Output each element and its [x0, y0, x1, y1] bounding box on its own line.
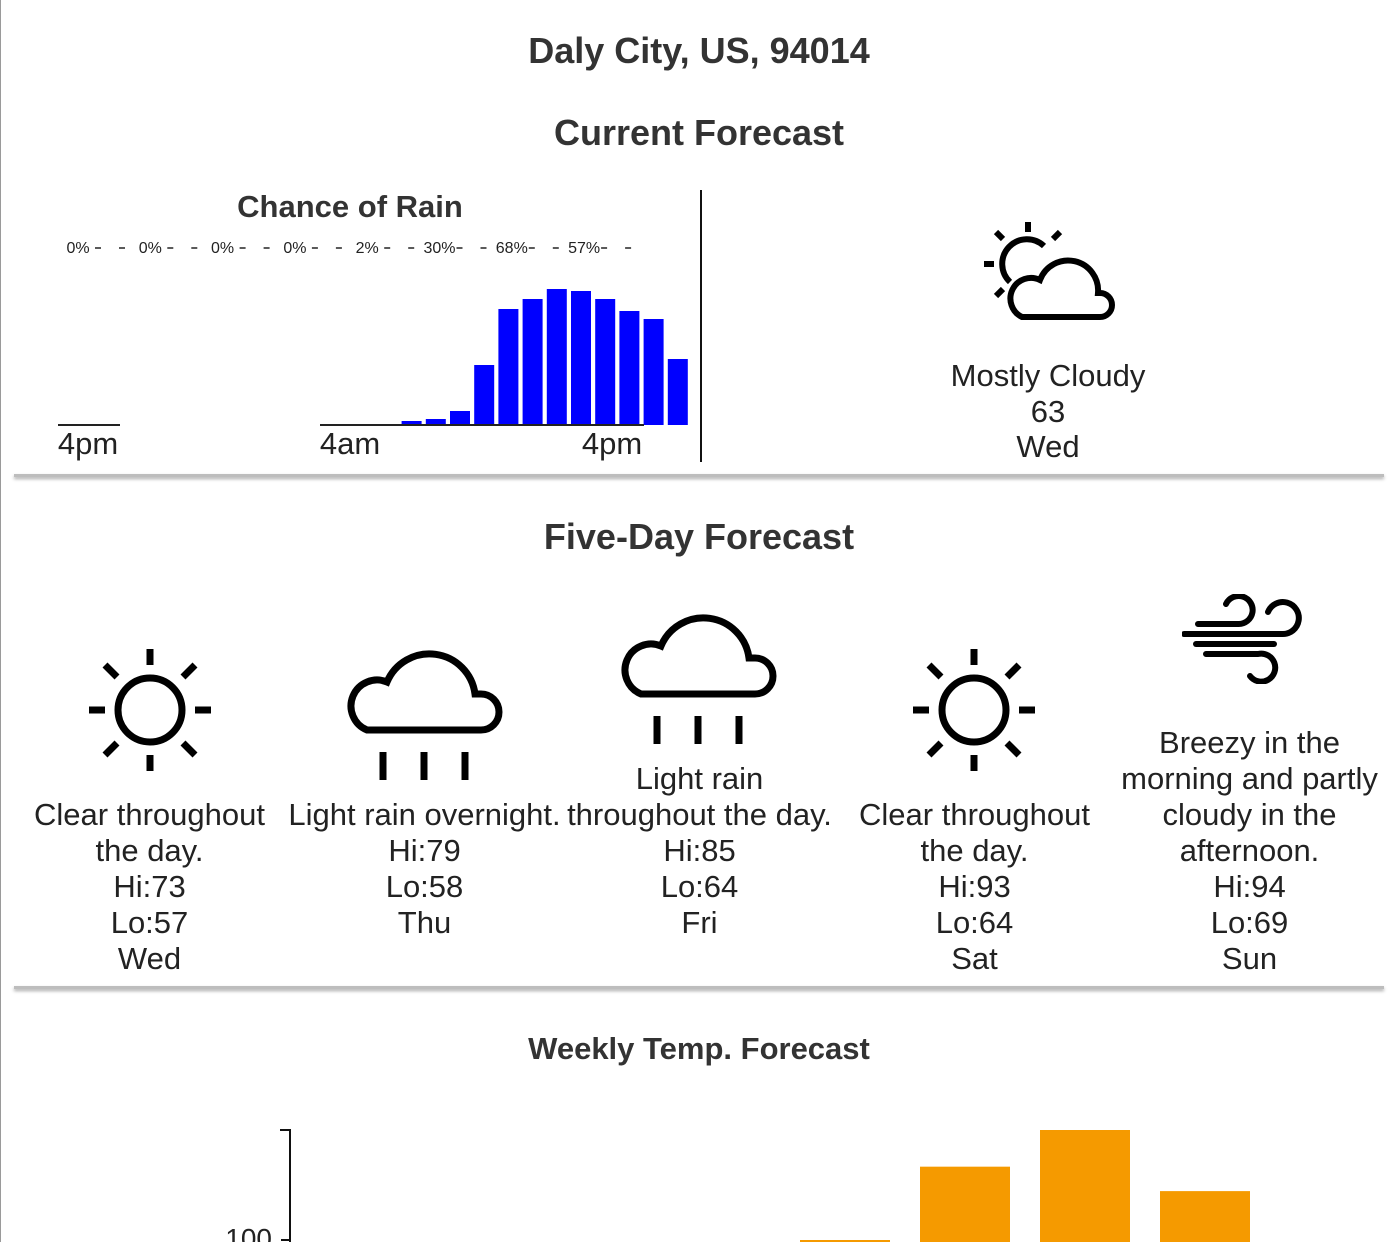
day-high: Hi:79: [388, 833, 461, 868]
rain-icon: [347, 650, 503, 780]
rain-bar: [619, 311, 640, 425]
day-low: Lo:58: [385, 869, 464, 904]
section-divider: [14, 474, 1384, 477]
day-high: Hi:93: [938, 869, 1011, 904]
rain-bar: [643, 319, 664, 425]
sun-icon: [89, 649, 211, 771]
day-name: Sat: [951, 941, 998, 976]
day-summary: Light rain overnight.: [288, 797, 561, 832]
rain-bar: [522, 299, 543, 425]
rain-bar: [498, 309, 519, 425]
rain-bar: [450, 411, 470, 425]
partly-cloudy-day-icon: [984, 222, 1115, 320]
rain-percent-label: 0%: [211, 240, 234, 257]
y-tick-label: 100: [225, 1223, 272, 1242]
day-forecast-card: Light rain overnight. Hi:79 Lo:58 Thu: [287, 797, 562, 941]
weekly-temp-heading: Weekly Temp. Forecast: [528, 1031, 870, 1066]
day-low: Lo:64: [660, 869, 739, 904]
day-summary: Clear throughout the day.: [859, 797, 1090, 868]
rain-percent-label: 0%: [139, 240, 162, 257]
rain-bar: [595, 299, 616, 425]
current-temperature: 63: [1030, 394, 1066, 429]
rain-bar: [474, 365, 495, 425]
temp-bar: [920, 1166, 1010, 1242]
x-tick-label: 4pm: [582, 426, 642, 461]
day-name: Sun: [1221, 941, 1278, 976]
rain-icon: [621, 614, 777, 744]
day-low: Lo:57: [110, 905, 189, 940]
day-low: Lo:69: [1210, 905, 1289, 940]
rain-percent-label: 0%: [283, 240, 306, 257]
day-name: Fri: [681, 905, 718, 940]
rain-bar: [546, 289, 567, 425]
current-forecast-heading: Current Forecast: [553, 112, 845, 153]
rain-percent-label: 2%: [356, 240, 379, 257]
rain-bar: [667, 359, 688, 425]
rain-percent-label: 30%: [423, 240, 455, 257]
sun-icon: [913, 649, 1035, 771]
five-day-forecast-heading: Five-Day Forecast: [543, 516, 855, 557]
day-summary: Light rain throughout the day.: [567, 761, 832, 832]
day-high: Hi:73: [113, 869, 186, 904]
rain-percent-label: 57%: [568, 240, 600, 257]
day-summary: Breezy in the morning and partly cloudy …: [1121, 725, 1378, 868]
location-title: Daly City, US, 94014: [528, 30, 870, 71]
day-forecast-card: Breezy in the morning and partly cloudy …: [1112, 725, 1387, 977]
x-tick-label: 4am: [320, 426, 380, 461]
day-forecast-card: Clear throughout the day. Hi:93 Lo:64 Sa…: [837, 797, 1112, 977]
wind-icon: [1182, 594, 1302, 684]
chart-title: Chance of Rain: [237, 189, 463, 224]
rain-bar: [571, 291, 591, 425]
y-axis: [280, 1129, 291, 1242]
section-divider: [14, 986, 1384, 989]
rain-percent-label: 0%: [66, 240, 89, 257]
day-name: Thu: [397, 905, 452, 940]
current-section-separator: [700, 190, 702, 462]
chance-of-rain-chart: Chance of Rain0% 0% 0% 0% 2% 30% 68% 57%4pm 4am 4…: [58, 189, 688, 461]
temp-bar: [1160, 1191, 1250, 1242]
day-summary: Clear throughout the day.: [34, 797, 265, 868]
day-low: Lo:64: [935, 905, 1014, 940]
weekly-temp-chart: 100: [225, 1129, 1250, 1242]
day-high: Hi:85: [663, 833, 736, 868]
day-high: Hi:94: [1213, 869, 1286, 904]
x-tick-label: 4pm: [58, 426, 118, 461]
rain-percent-label: 68%: [496, 240, 528, 257]
current-condition: Mostly Cloudy: [950, 358, 1146, 393]
current-day: Wed: [1016, 429, 1080, 464]
temp-bar: [1040, 1130, 1130, 1242]
day-forecast-card: Light rain throughout the day. Hi:85 Lo:…: [562, 761, 837, 941]
day-forecast-card: Clear throughout the day. Hi:73 Lo:57 We…: [12, 797, 287, 977]
day-name: Wed: [117, 941, 182, 976]
